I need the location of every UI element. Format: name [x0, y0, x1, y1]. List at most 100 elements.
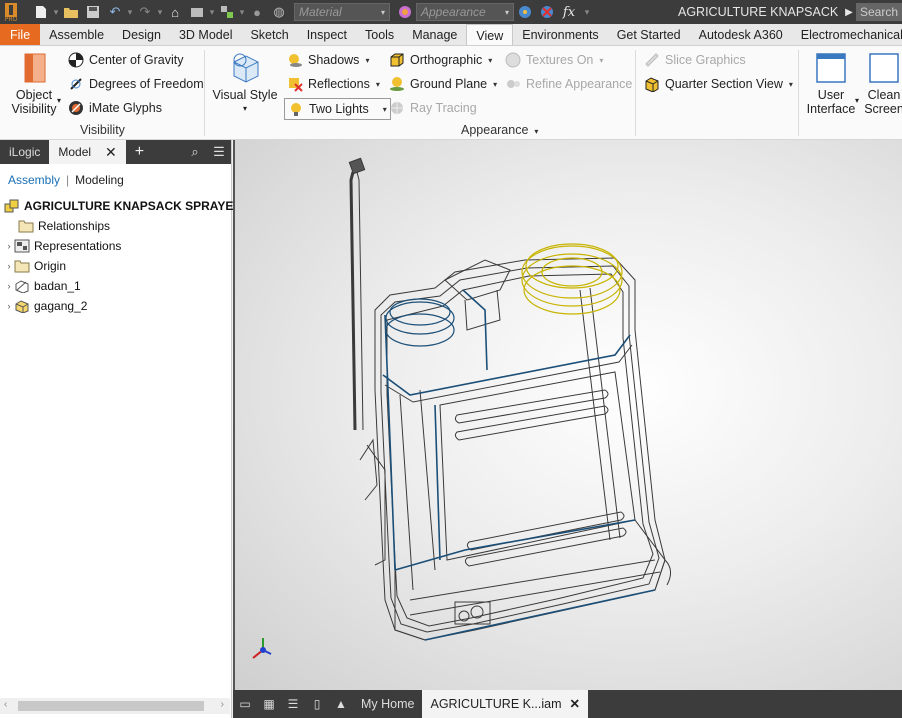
tab-manage[interactable]: Manage	[403, 24, 466, 45]
expand-icon[interactable]: ›	[4, 301, 14, 311]
menu-icon[interactable]: ☰	[207, 144, 231, 160]
new-file-icon[interactable]	[30, 1, 52, 23]
redo-dropdown-icon[interactable]: ▾	[156, 7, 164, 18]
center-of-gravity-button[interactable]: Center of Gravity	[68, 52, 183, 68]
tile-horizontal-icon[interactable]: ☰	[281, 690, 305, 718]
user-interface-button[interactable]: User Interface	[806, 52, 856, 116]
close-icon[interactable]: ✕	[105, 140, 117, 164]
tab-autodesk-a360[interactable]: Autodesk A360	[690, 24, 792, 45]
tab-file[interactable]: File	[0, 24, 41, 45]
adjust-appearance-icon[interactable]	[514, 1, 536, 23]
search-icon[interactable]: ⌕	[183, 144, 207, 160]
inventor-logo-icon[interactable]: PRO	[0, 0, 22, 24]
expand-icon[interactable]: ›	[4, 241, 14, 251]
horizontal-scrollbar[interactable]: ‹ ›	[0, 698, 230, 714]
undo-dropdown-icon[interactable]: ▾	[126, 7, 134, 18]
reflections-button[interactable]: Reflections ▾	[287, 76, 380, 92]
user-interface-icon	[816, 53, 846, 83]
add-browser-tab-icon[interactable]: +	[126, 140, 153, 164]
tree-item-representations[interactable]: › Representations	[0, 236, 231, 256]
imate-glyphs-button[interactable]: iMate Glyphs	[68, 100, 162, 116]
redo-icon[interactable]: ↷	[134, 1, 156, 23]
tab-inspect[interactable]: Inspect	[298, 24, 356, 45]
two-lights-button[interactable]: Two Lights ▾	[284, 98, 391, 120]
tab-3d-model[interactable]: 3D Model	[170, 24, 242, 45]
object-visibility-dropdown-icon[interactable]: ▾	[57, 96, 61, 105]
tab-design[interactable]: Design	[113, 24, 170, 45]
ribbon-view-panel: Object Visibility ▾ Center of Gravity De…	[0, 46, 902, 140]
scroll-right-icon[interactable]: ›	[221, 699, 224, 710]
arrange-up-icon[interactable]: ▲	[329, 690, 353, 718]
center-of-gravity-label: Center of Gravity	[89, 53, 184, 67]
appearance-panel-label[interactable]: Appearance ▾	[461, 123, 538, 137]
visual-style-dropdown-icon[interactable]: ▾	[212, 102, 278, 116]
scroll-left-icon[interactable]: ‹	[4, 699, 7, 710]
clean-screen-button[interactable]: Clean Screen	[862, 52, 902, 116]
tab-ilogic[interactable]: iLogic	[0, 140, 49, 164]
appearance-color-icon[interactable]	[394, 1, 416, 23]
fx-icon[interactable]: fx	[558, 1, 580, 23]
tree-item-relationships[interactable]: Relationships	[0, 216, 231, 236]
shadows-button[interactable]: Shadows ▾	[287, 52, 369, 68]
user-interface-label-2: Interface	[806, 102, 856, 116]
filter-modeling[interactable]: Modeling	[75, 173, 124, 187]
tab-electromechanical[interactable]: Electromechanical	[792, 24, 902, 45]
tree-item-gagang-2[interactable]: › gagang_2	[0, 296, 231, 316]
tree-root[interactable]: AGRICULTURE KNAPSACK SPRAYER.iam	[0, 196, 266, 216]
tile-vertical-icon[interactable]: ▯	[305, 690, 329, 718]
ground-plane-button[interactable]: Ground Plane ▾	[389, 76, 497, 92]
tree-item-origin[interactable]: › Origin	[0, 256, 231, 276]
tab-get-started[interactable]: Get Started	[608, 24, 690, 45]
clear-appearance-icon[interactable]	[536, 1, 558, 23]
open-folder-icon[interactable]	[60, 1, 82, 23]
search-field[interactable]: Search	[856, 3, 902, 21]
textures-on-button[interactable]: Textures On ▾	[505, 52, 603, 68]
tree-item-badan-1[interactable]: › badan_1	[0, 276, 231, 296]
appearance-combo[interactable]: Appearance ▾	[416, 3, 514, 21]
cascade-windows-icon[interactable]: ▭	[233, 690, 257, 718]
home-icon[interactable]: ⌂	[164, 1, 186, 23]
undo-icon[interactable]: ↶	[104, 1, 126, 23]
orthographic-button[interactable]: Orthographic ▾	[389, 52, 492, 68]
close-icon[interactable]: ✕	[570, 690, 580, 718]
tile-windows-icon[interactable]: ▦	[257, 690, 281, 718]
customize-qat-icon[interactable]: ▾	[580, 7, 594, 18]
reflections-label: Reflections	[308, 77, 370, 91]
expand-icon[interactable]: ›	[4, 261, 14, 271]
tab-environments[interactable]: Environments	[513, 24, 607, 45]
tab-model[interactable]: Model ✕	[49, 140, 126, 164]
adjust-icon[interactable]: ●	[246, 1, 268, 23]
select-dropdown-icon[interactable]: ▾	[238, 7, 246, 18]
quarter-section-view-button[interactable]: Quarter Section View ▾	[644, 76, 793, 93]
ray-tracing-button[interactable]: Ray Tracing	[389, 100, 477, 116]
tab-tools[interactable]: Tools	[356, 24, 403, 45]
appearance-panel-text: Appearance	[461, 123, 529, 137]
filter-assembly[interactable]: Assembly	[8, 173, 60, 187]
scrollbar-thumb[interactable]	[18, 701, 204, 711]
tab-my-home[interactable]: My Home	[353, 690, 422, 718]
orthographic-icon	[389, 52, 405, 68]
object-visibility-button[interactable]: Object Visibility	[10, 52, 58, 116]
tab-active-document[interactable]: AGRICULTURE K...iam ✕	[422, 690, 589, 718]
material-combo[interactable]: Material ▾	[294, 3, 390, 21]
visual-style-button[interactable]: Visual Style ▾	[212, 52, 278, 116]
refine-appearance-label: Refine Appearance	[526, 77, 633, 91]
update-dropdown-icon[interactable]: ▾	[208, 7, 216, 18]
two-lights-label: Two Lights	[309, 102, 369, 116]
tab-sketch[interactable]: Sketch	[241, 24, 297, 45]
update-icon[interactable]	[186, 1, 208, 23]
expand-icon[interactable]: ›	[4, 281, 14, 291]
select-mode-icon[interactable]	[216, 1, 238, 23]
render-icon[interactable]: ◍	[268, 1, 290, 23]
refine-appearance-button[interactable]: Refine Appearance	[505, 76, 632, 92]
degrees-of-freedom-button[interactable]: Degrees of Freedom	[68, 76, 204, 92]
tab-view[interactable]: View	[466, 24, 514, 45]
graphics-viewport[interactable]	[233, 140, 902, 690]
new-dropdown-icon[interactable]: ▾	[52, 7, 60, 18]
user-interface-dropdown-icon[interactable]: ▾	[855, 96, 859, 105]
shadows-icon	[287, 52, 303, 68]
save-icon[interactable]	[82, 1, 104, 23]
tab-assemble[interactable]: Assemble	[40, 24, 113, 45]
center-of-gravity-icon	[68, 52, 84, 68]
slice-graphics-button[interactable]: Slice Graphics	[644, 52, 746, 68]
